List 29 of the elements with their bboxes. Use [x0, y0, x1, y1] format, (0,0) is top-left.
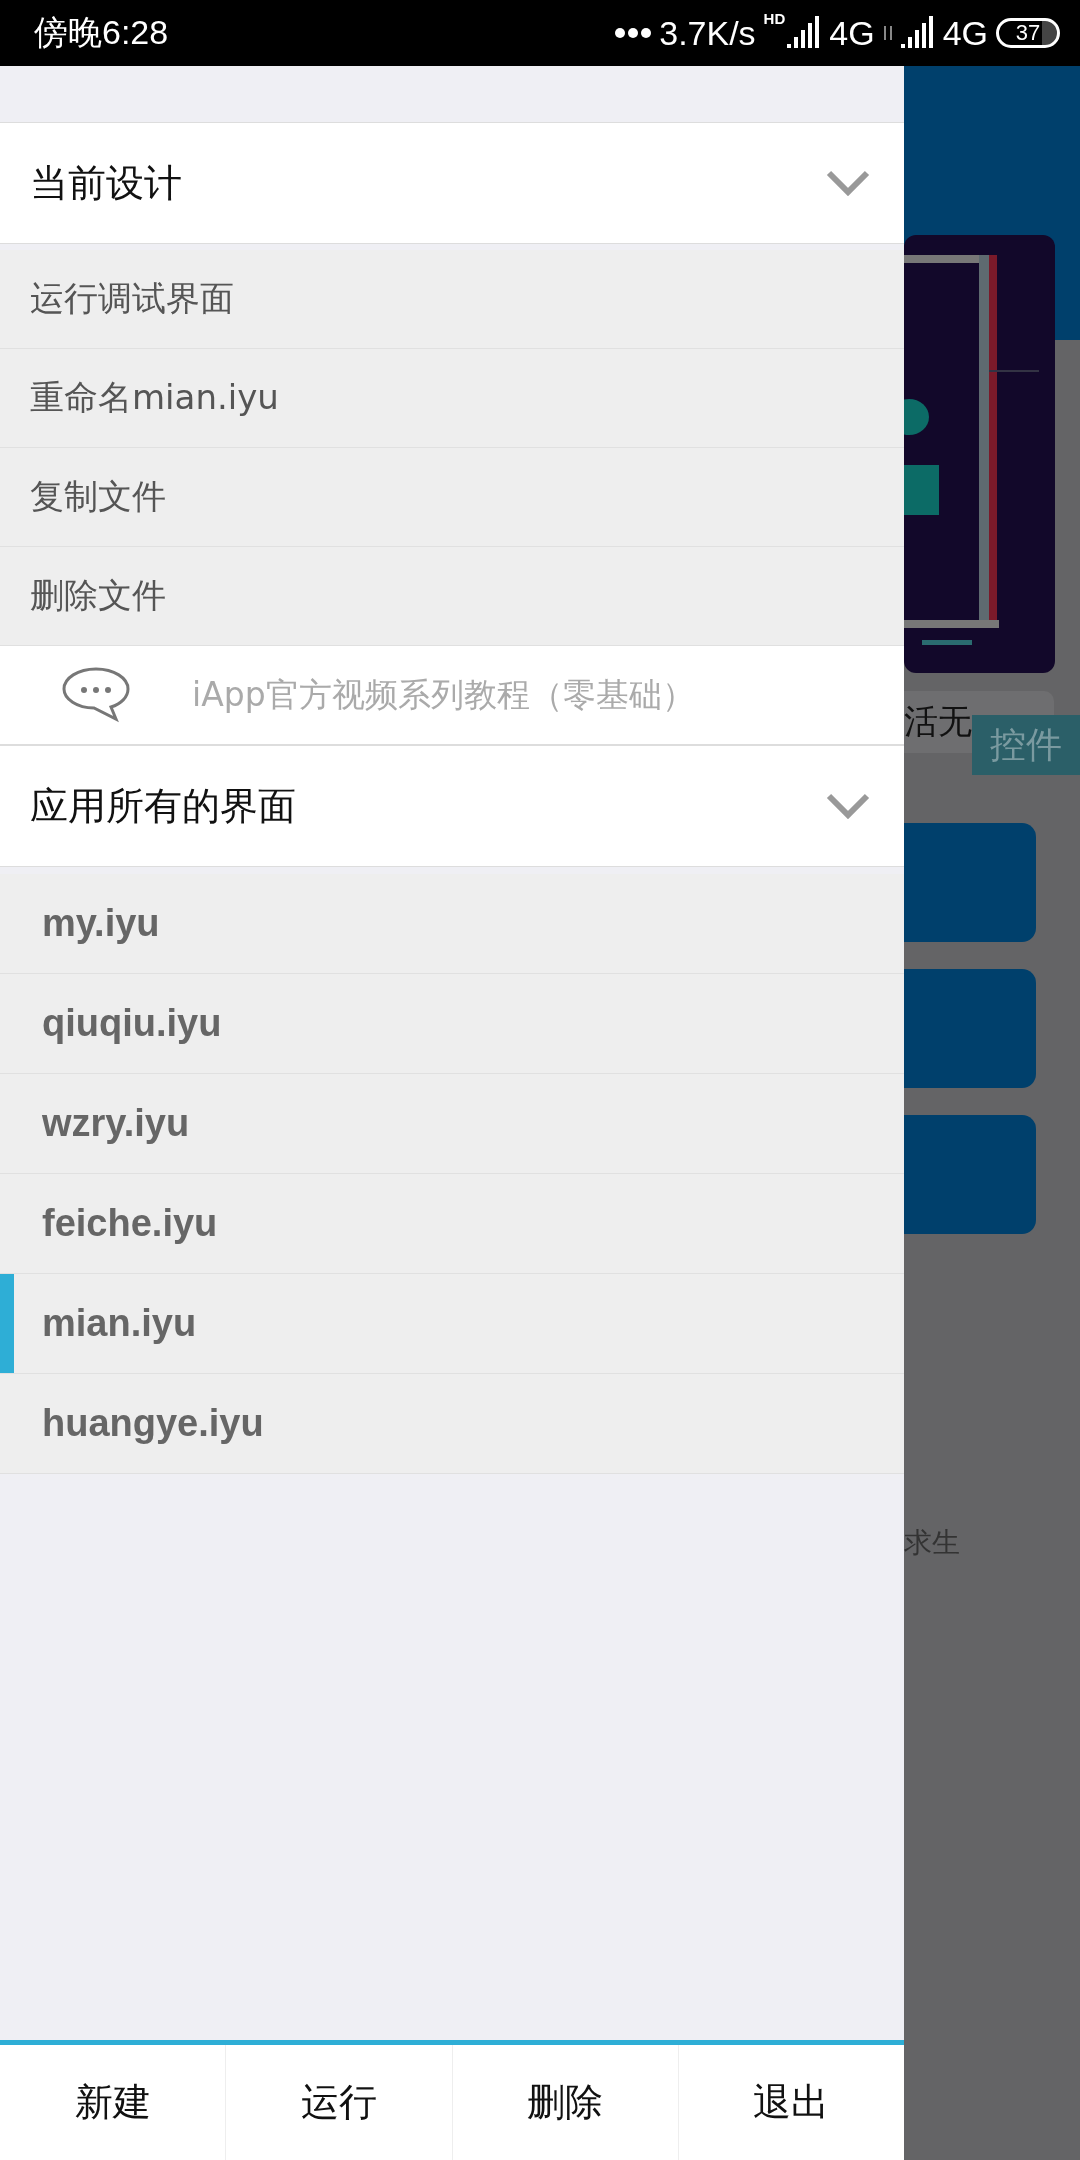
signal-icon	[900, 16, 935, 50]
chat-bubble-icon	[60, 666, 132, 724]
network-type-text: 4G	[942, 13, 988, 53]
chevron-down-icon[interactable]	[826, 170, 870, 196]
app-button[interactable]	[904, 823, 1036, 942]
screen-file-item[interactable]: feiche.iyu	[0, 1174, 904, 1274]
section-title: 当前设计	[30, 159, 183, 207]
screen-file-item[interactable]: my.iyu	[0, 874, 904, 974]
signal-icon	[787, 16, 822, 50]
section-header[interactable]: 当前设计	[0, 122, 904, 244]
screen-file-item[interactable]: wzry.iyu	[0, 1074, 904, 1174]
screen-file-item[interactable]: qiuqiu.iyu	[0, 974, 904, 1074]
section-header[interactable]: 应用所有的界面	[0, 745, 904, 867]
more-dots-icon	[615, 28, 652, 38]
time-text: 傍晚6:28	[34, 12, 169, 53]
menu-item[interactable]: 重命名mian.iyu	[0, 349, 904, 448]
hd-label: HD	[763, 10, 786, 27]
app-button[interactable]	[904, 969, 1036, 1088]
battery-icon: 37	[996, 18, 1060, 48]
network-speed-text: 3.7K/s	[659, 13, 756, 53]
screen-file-item[interactable]: huangye.iyu	[0, 1374, 904, 1474]
menu-item[interactable]: 运行调试界面	[0, 250, 904, 349]
network-type-text: 4G	[829, 13, 875, 53]
chevron-down-icon[interactable]	[826, 793, 870, 819]
screen-file-item[interactable]: mian.iyu	[0, 1274, 904, 1374]
app-button[interactable]	[904, 1115, 1036, 1234]
menu-item[interactable]: 复制文件	[0, 448, 904, 547]
section-title: 应用所有的界面	[30, 782, 297, 830]
menu-item[interactable]: 删除文件	[0, 547, 904, 646]
